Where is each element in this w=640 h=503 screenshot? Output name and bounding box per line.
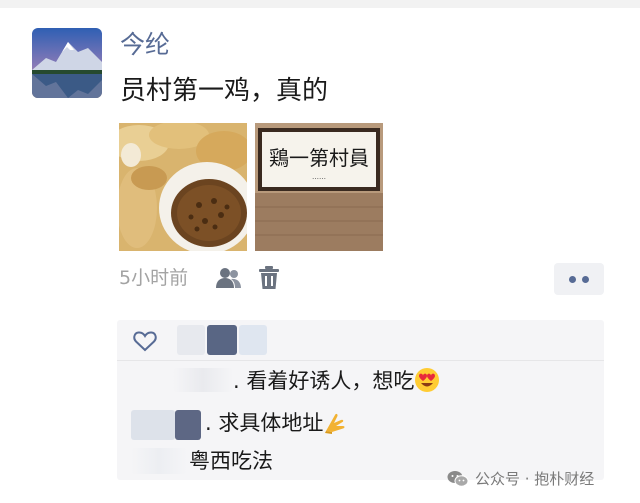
heart-eyes-emoji-icon — [415, 368, 440, 392]
post-time: 5小时前 — [119, 267, 189, 289]
post-author-name[interactable]: 今纶 — [120, 28, 170, 62]
more-actions-button[interactable] — [554, 263, 604, 295]
comment-3[interactable]: 粤西吃法 — [189, 446, 273, 476]
sign-small-text: …… — [312, 173, 326, 181]
redacted-commenter-name — [131, 410, 175, 440]
avatar[interactable] — [32, 28, 102, 98]
redacted-liker-avatar — [177, 325, 205, 355]
watermark-text: 公众号 · 抱朴财经 — [475, 470, 595, 488]
comment-3-text: 粤西吃法 — [189, 449, 273, 473]
likes-row — [117, 320, 604, 361]
folded-hands-emoji-icon — [325, 413, 345, 434]
comment-2-text: 求具体地址 — [218, 411, 324, 435]
sign-text: 鶏一第村員 — [269, 146, 369, 170]
more-dot-icon — [569, 275, 576, 283]
wechat-icon — [447, 471, 469, 487]
comments-panel: . 看着好诱人，想吃 . 求具体地址 粤西吃法 — [117, 320, 604, 480]
redacted-liker-avatar — [207, 325, 237, 355]
comment-1[interactable]: . 看着好诱人，想吃 — [233, 366, 440, 396]
redacted-commenter-name — [131, 448, 187, 474]
restaurant-sign-photo: 鶏一第村員 …… — [255, 123, 383, 251]
post-photo-sign[interactable]: 鶏一第村員 …… — [255, 123, 383, 251]
more-dot-icon — [582, 275, 589, 283]
post-photo-food[interactable] — [119, 123, 247, 251]
redacted-liker-avatar — [239, 325, 267, 355]
heart-icon — [133, 331, 157, 352]
visibility-people-icon[interactable] — [216, 266, 242, 290]
comment-1-text: 看着好诱人，想吃 — [246, 369, 415, 393]
mountain-avatar-image — [32, 28, 102, 98]
trash-icon[interactable] — [258, 266, 280, 290]
post-text: 员村第一鸡，真的 — [120, 76, 329, 106]
chicken-dish-photo — [119, 123, 247, 251]
watermark: 公众号 · 抱朴财经 — [447, 469, 594, 489]
comment-2[interactable]: . 求具体地址 — [205, 408, 349, 438]
redacted-commenter-name — [173, 368, 233, 392]
redacted-commenter-name — [175, 410, 201, 440]
top-divider — [0, 0, 640, 8]
